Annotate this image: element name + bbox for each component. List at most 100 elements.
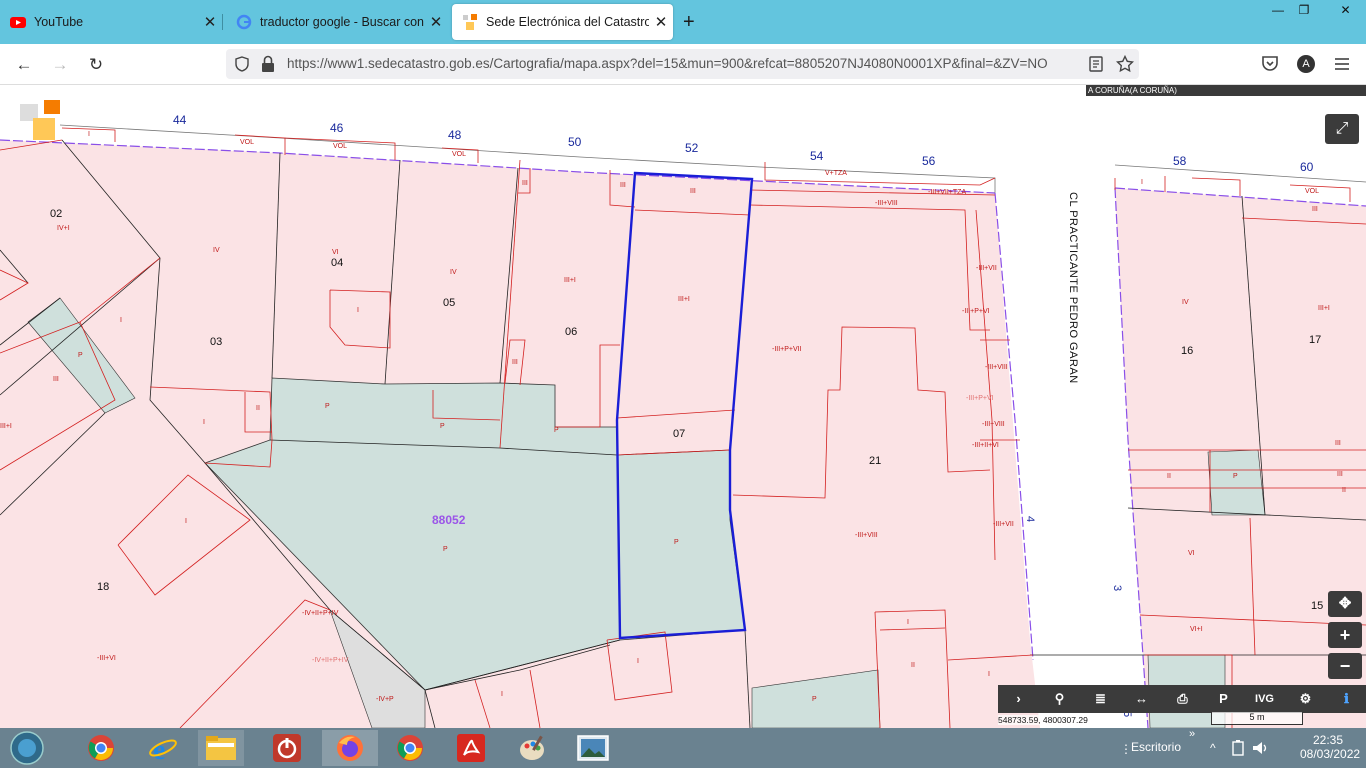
search-button[interactable]: ⚲ — [1039, 685, 1080, 713]
close-tab-icon[interactable]: ✕ — [198, 13, 222, 31]
close-tab-icon[interactable]: ✕ — [424, 13, 448, 31]
locate-button[interactable]: ✥ — [1328, 591, 1362, 617]
street-number: 4 — [1024, 515, 1037, 523]
map-canvas[interactable] — [0, 85, 1366, 728]
address-bar[interactable]: https://www1.sedecatastro.gob.es/Cartogr… — [226, 49, 1139, 79]
tab-youtube[interactable]: YouTube ✕ — [0, 4, 222, 40]
parcel-number[interactable]: 04 — [331, 257, 343, 269]
tab-title: YouTube — [34, 15, 84, 29]
parcel-number[interactable]: 05 — [443, 297, 455, 309]
firefox-icon — [337, 735, 363, 761]
pocket-icon[interactable] — [1261, 56, 1279, 72]
street-name-label: CL PRACTICANTE PEDRO GARAN — [1067, 192, 1079, 384]
parcel-number[interactable]: 07 — [673, 428, 685, 440]
plot-button[interactable]: P — [1203, 685, 1244, 713]
taskbar-firefox[interactable] — [322, 730, 378, 766]
street-number: 58 — [1173, 154, 1187, 168]
street-number: 52 — [685, 141, 699, 155]
photo-viewer-icon — [577, 735, 609, 761]
new-tab-button[interactable]: + — [683, 11, 695, 34]
tab-catastro[interactable]: Sede Electrónica del Catastro - N ✕ — [452, 4, 673, 40]
close-window-button[interactable]: ✕ — [1325, 0, 1366, 22]
zoom-out-button[interactable]: − — [1328, 653, 1362, 679]
parcel-number[interactable]: 17 — [1309, 334, 1321, 346]
taskbar-power-app[interactable] — [264, 730, 310, 766]
street-number: 60 — [1300, 160, 1314, 174]
clock[interactable]: 22:35 08/03/2022 — [1300, 733, 1361, 773]
lock-icon[interactable] — [261, 55, 275, 73]
reader-view-icon[interactable] — [1089, 56, 1103, 72]
power-icon — [273, 734, 301, 762]
street-number: 44 — [173, 113, 187, 127]
expand-toolbar-button[interactable]: › — [998, 685, 1039, 713]
windows-start-icon — [10, 731, 44, 765]
volume-icon[interactable] — [1252, 740, 1270, 780]
tab-title: Sede Electrónica del Catastro - N — [486, 15, 649, 29]
chrome-icon — [397, 735, 423, 761]
tab-title: traductor google - Buscar con G — [260, 15, 424, 29]
google-icon — [236, 14, 252, 30]
parcel-number[interactable]: 16 — [1181, 345, 1193, 357]
tab-google[interactable]: traductor google - Buscar con G ✕ — [226, 4, 448, 40]
street-number: 48 — [448, 128, 462, 142]
browser-nav-bar: ← → ↻ https://www1.sedecatastro.gob.es/C… — [0, 44, 1366, 85]
chrome-icon — [88, 735, 114, 761]
taskbar-ie[interactable]: e — [140, 730, 186, 766]
taskbar-photos[interactable] — [570, 730, 616, 766]
tools-button[interactable]: ⚙ — [1285, 685, 1326, 713]
block-number[interactable]: 88052 — [432, 513, 465, 527]
taskbar-acrobat[interactable] — [448, 730, 494, 766]
print-button[interactable]: ⎙ — [1162, 685, 1203, 713]
menu-icon[interactable] — [1334, 57, 1350, 71]
close-tab-icon[interactable]: ✕ — [649, 13, 673, 31]
url-text[interactable]: https://www1.sedecatastro.gob.es/Cartogr… — [287, 56, 1077, 71]
parcel-number[interactable]: 06 — [565, 326, 577, 338]
coordinates-readout: 548733.59, 4800307.29 — [998, 715, 1088, 725]
taskbar-chrome[interactable] — [78, 730, 124, 766]
street-number: 50 — [568, 135, 582, 149]
show-hidden-icons-button[interactable]: ^ — [1210, 741, 1216, 781]
region-label: A CORUÑA(A CORUÑA) — [1086, 85, 1366, 96]
start-button[interactable] — [4, 730, 50, 766]
taskbar-chrome-2[interactable] — [387, 730, 433, 766]
taskbar-explorer[interactable] — [198, 730, 244, 766]
catastro-icon — [463, 14, 477, 30]
youtube-icon — [10, 17, 26, 28]
browser-tab-strip: YouTube ✕ traductor google - Buscar con … — [0, 0, 1366, 44]
map-toolbar: › ⚲ ≣ ↔ ⎙ P IVG ⚙ ℹ — [998, 685, 1366, 713]
street-number: 56 — [922, 154, 936, 168]
desktop-toolbar-label[interactable]: Escritorio — [1131, 740, 1181, 780]
maximize-button[interactable]: ❐ — [1291, 0, 1317, 22]
measure-button[interactable]: ↔ — [1121, 685, 1162, 713]
windows-taskbar: e ⋮ Escritorio » ^ 22:35 08/03/2022 — [0, 728, 1366, 768]
toolbar-chevron[interactable]: » — [1189, 728, 1195, 768]
patio-area — [1207, 449, 1266, 516]
fullscreen-button[interactable]: ⤢ — [1325, 114, 1359, 144]
ivg-button[interactable]: IVG — [1244, 685, 1285, 713]
shield-icon[interactable] — [234, 56, 250, 72]
clock-time: 22:35 — [1312, 733, 1344, 747]
zoom-in-button[interactable]: + — [1328, 622, 1362, 648]
internet-explorer-icon: e — [149, 735, 177, 763]
minimize-button[interactable]: — — [1265, 0, 1291, 22]
parcel-number[interactable]: 02 — [50, 208, 62, 220]
forward-icon[interactable]: → — [47, 52, 73, 78]
street-number: 54 — [810, 149, 824, 163]
bookmark-star-icon[interactable] — [1116, 55, 1134, 73]
tab-divider — [222, 14, 223, 30]
parcel-number[interactable]: 18 — [97, 581, 109, 593]
catastro-logo — [20, 100, 60, 140]
parcel-number[interactable]: 15 — [1311, 600, 1323, 612]
layers-button[interactable]: ≣ — [1080, 685, 1121, 713]
cadastral-map[interactable]: A CORUÑA(A CORUÑA) 44 46 48 50 52 54 56 … — [0, 85, 1366, 728]
info-button[interactable]: ℹ — [1326, 685, 1366, 713]
clock-date: 08/03/2022 — [1300, 747, 1361, 761]
parcel-number[interactable]: 03 — [210, 336, 222, 348]
battery-icon[interactable] — [1230, 740, 1246, 780]
back-icon[interactable]: ← — [11, 52, 37, 78]
reload-icon[interactable]: ↻ — [83, 52, 109, 78]
taskbar-paint[interactable] — [510, 730, 556, 766]
account-avatar[interactable]: A — [1297, 55, 1315, 73]
parcel-number[interactable]: 21 — [869, 455, 881, 467]
folder-icon — [206, 736, 236, 760]
